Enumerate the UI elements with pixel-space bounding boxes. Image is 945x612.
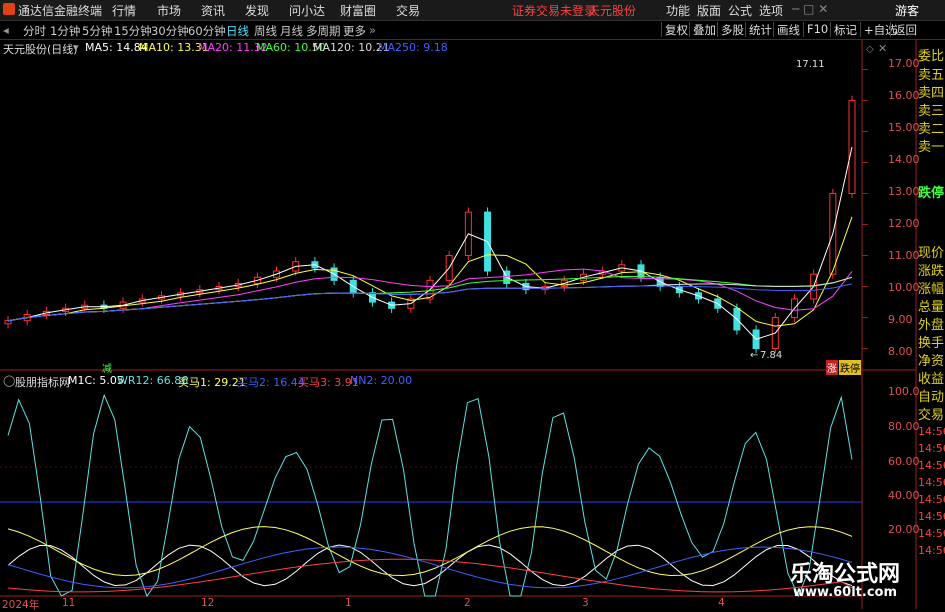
ma5-line [7, 146, 853, 340]
buyma2-value: 买马2: 16.44 [237, 376, 305, 389]
indicator-tick-label: 80.00 [888, 420, 920, 433]
tick-time: 14:56 [918, 510, 945, 523]
price-tick-label: 8.00 [888, 345, 913, 358]
buyma1-value: 买马1: 29.21 [178, 376, 246, 389]
side-label: 总量 [918, 300, 945, 315]
date-tick-label: 11 [62, 597, 76, 609]
candle [4, 320, 12, 325]
ma-lines [7, 146, 853, 340]
date-tick-label: 12 [201, 597, 215, 609]
indicator-tick-label: 100.0 [888, 385, 920, 398]
nn2-value: NN2: 20.00 [350, 374, 413, 387]
side-label: 收益 [918, 372, 945, 387]
indicator-line-WR12 [7, 393, 853, 598]
side-label: 卖五 [918, 68, 945, 83]
high-price-label: 17.11 [796, 59, 825, 70]
price-tick-label: 11.00 [888, 249, 920, 262]
dieting-tag: 跌停 [839, 360, 861, 375]
m1c-value: M1C: 5.05 [68, 374, 124, 387]
price-tick-label: 14.00 [888, 153, 920, 166]
side-label: 换手 [918, 336, 945, 351]
indicator-title: 股朋指标网 [15, 376, 70, 389]
side-label: 委比 [918, 49, 945, 64]
price-ticks [862, 68, 868, 350]
side-label: 卖三 [918, 104, 945, 119]
tick-time: 14:56 [918, 476, 945, 489]
side-label: 现价 [918, 246, 945, 261]
date-tick-label: 1 [345, 597, 352, 609]
indicator-tick-label: 40.00 [888, 489, 920, 502]
price-tick-label: 9.00 [888, 313, 913, 326]
indicator-lines [7, 393, 853, 598]
price-tick-label: 10.00 [888, 281, 920, 294]
watermark-title: 乐淘公式网 [790, 562, 901, 587]
date-tick-label: 4 [718, 597, 725, 609]
price-tick-label: 13.00 [888, 185, 920, 198]
collapse-icon[interactable]: ◇ [866, 44, 874, 55]
indicator-tick-label: 60.00 [888, 455, 920, 468]
tick-time: 14:56 [918, 527, 945, 540]
date-tick-label: 2024年 [2, 599, 40, 611]
low-arrow-icon: ← [750, 350, 759, 361]
side-label[interactable]: 交易 [918, 404, 944, 423]
price-tick-label: 15.00 [888, 121, 920, 134]
price-tick-label: 17.00 [888, 57, 920, 70]
side-label: 卖四 [918, 86, 945, 101]
tick-time: 14:56 [918, 442, 945, 455]
candle [848, 99, 856, 194]
side-label: 涨幅 [918, 282, 945, 297]
indicator-legend: ◯ 股朋指标网 M1C: 5.05 WR12: 66.86 买马1: 29.21… [0, 374, 860, 389]
date-tick-label: 3 [582, 597, 589, 609]
tick-time: 14:56 [918, 425, 945, 438]
side-label: 外盘 [918, 318, 945, 333]
tick-time: 14:56 [918, 459, 945, 472]
low-price-label: 7.84 [760, 350, 783, 361]
bottom-tag: 减 [102, 364, 112, 375]
tick-time: 14:56 [918, 544, 945, 557]
side-label: 净资 [918, 354, 945, 369]
candle-group [4, 95, 856, 354]
limit-down-label: 跌停 [918, 186, 945, 201]
tick-time: 14:56 [918, 493, 945, 506]
watermark-url: www.60lt.com [793, 585, 898, 600]
side-label: 卖二 [918, 122, 945, 137]
indicator-settings-icon[interactable]: ◯ [3, 374, 15, 387]
close-chart-icon[interactable]: ✕ [878, 42, 887, 55]
zhang-tag: 涨 [826, 360, 838, 375]
price-tick-label: 16.00 [888, 89, 920, 102]
kline-chart[interactable] [0, 0, 945, 609]
price-tick-label: 12.00 [888, 217, 920, 230]
side-label: 卖一 [918, 140, 945, 155]
side-label[interactable]: 自动 [918, 386, 944, 405]
side-label: 涨跌 [918, 264, 945, 279]
indicator-line-买马3 [7, 558, 853, 593]
date-tick-label: 2 [464, 597, 471, 609]
indicator-tick-label: 20.00 [888, 523, 920, 536]
